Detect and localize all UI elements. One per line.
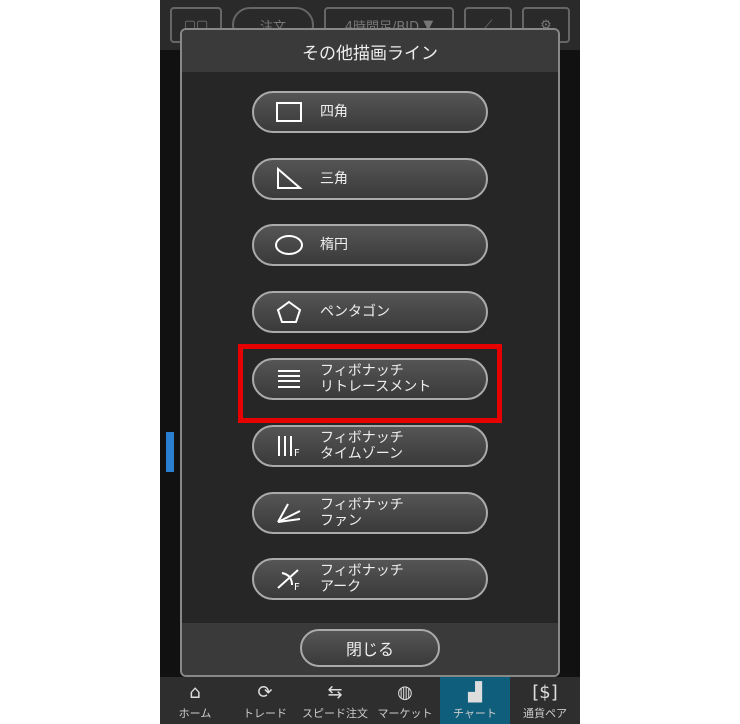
home-icon: ⌂ xyxy=(189,682,201,703)
svg-text:F: F xyxy=(294,582,300,591)
triangle-button[interactable]: 三角 xyxy=(252,158,488,200)
currency-pair-icon: [$] xyxy=(532,682,558,703)
candlestick xyxy=(166,432,174,472)
chart-icon: ▟ xyxy=(468,682,482,703)
tab-market[interactable]: ◍ マーケット xyxy=(370,677,440,724)
globe-icon: ◍ xyxy=(397,682,413,703)
pentagon-button[interactable]: ペンタゴン xyxy=(252,291,488,333)
fibonacci-arc-button[interactable]: F フィボナッチ アーク xyxy=(252,558,488,600)
tab-home[interactable]: ⌂ ホーム xyxy=(160,677,230,724)
rectangle-button[interactable]: 四角 xyxy=(252,91,488,133)
ellipse-button[interactable]: 楕円 xyxy=(252,224,488,266)
close-button[interactable]: 閉じる xyxy=(300,629,440,667)
svg-text:F: F xyxy=(294,448,300,458)
tab-chart[interactable]: ▟ チャート xyxy=(440,677,510,724)
triangle-icon xyxy=(277,167,303,189)
dialog-title: その他描画ライン xyxy=(182,30,558,72)
fibonacci-fan-button[interactable]: フィボナッチ ファン xyxy=(252,492,488,534)
tab-trade[interactable]: ⟳ トレード xyxy=(230,677,300,724)
tab-speed-order[interactable]: ⇆ スピード注文 xyxy=(300,677,370,724)
dialog-footer: 閉じる xyxy=(182,623,558,675)
speed-order-icon: ⇆ xyxy=(327,682,343,703)
pentagon-icon xyxy=(276,300,302,323)
fibonacci-timezone-icon: F xyxy=(278,436,300,458)
phone-screen: ▢▢ 注文 4時間足/BID ▼ ⟋ ⚙ その他描画ライン 四角 三角 楕円 ペ… xyxy=(160,0,580,724)
tab-currency-pair[interactable]: [$] 通貨ペア xyxy=(510,677,580,724)
bottom-tab-bar: ⌂ ホーム ⟳ トレード ⇆ スピード注文 ◍ マーケット ▟ チャート [$] 通貨ペア xyxy=(160,677,580,724)
fibonacci-timezone-button[interactable]: F フィボナッチ タイムゾーン xyxy=(252,425,488,467)
fibonacci-arc-icon: F xyxy=(277,569,300,591)
trade-icon: ⟳ xyxy=(257,682,273,703)
ellipse-icon xyxy=(275,235,303,255)
rectangle-icon xyxy=(276,102,302,122)
highlight-box xyxy=(238,344,502,423)
drawing-lines-dialog: その他描画ライン 四角 三角 楕円 ペンタゴン フィボナッチ リトレースメント F… xyxy=(180,28,560,677)
fibonacci-fan-icon xyxy=(277,503,301,523)
